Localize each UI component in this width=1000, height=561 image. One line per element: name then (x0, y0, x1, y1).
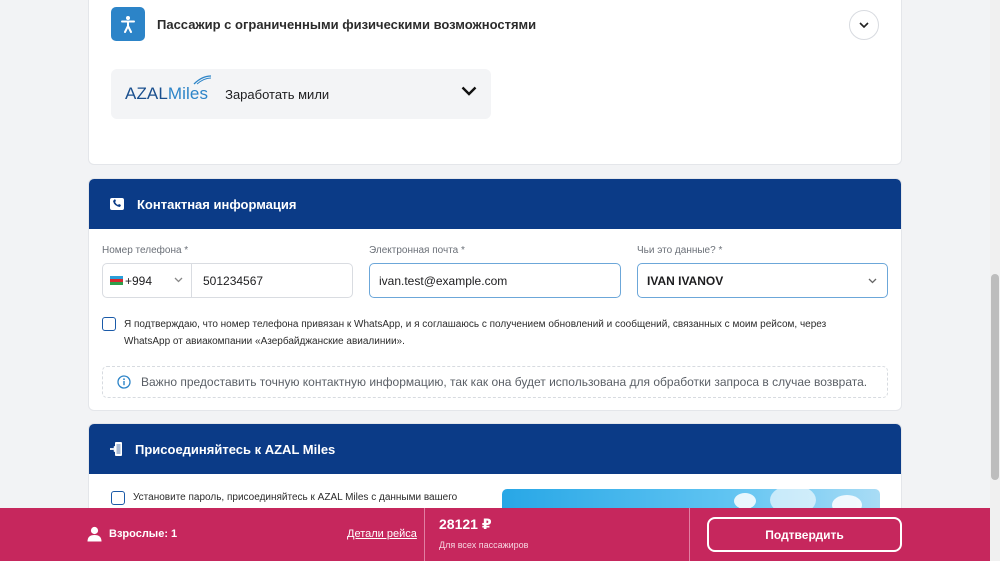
adults-label: Взрослые: 1 (109, 528, 178, 540)
reduced-mobility-label: Пассажир с ограниченными физическими воз… (157, 16, 537, 32)
azal-miles-header: Присоединяйтесь к AZAL Miles (89, 424, 901, 474)
azal-join-row: Установите пароль, присоединяйтесь к AZA… (111, 490, 463, 506)
scrollbar-thumb[interactable] (991, 274, 999, 480)
chevron-down-icon (461, 86, 477, 96)
phone-field: +994 501234567 (102, 263, 353, 298)
login-door-icon (110, 442, 122, 456)
accessibility-icon (111, 7, 145, 41)
contact-notice-text: Важно предоставить точную контактную инф… (141, 375, 868, 389)
total-price: 28121 ₽ (439, 516, 492, 532)
phone-input[interactable]: 501234567 (192, 274, 263, 288)
adults-count: Взрослые: 1 (87, 526, 177, 542)
info-icon (117, 375, 131, 389)
bar-divider (689, 508, 690, 561)
page-scrollbar[interactable] (990, 0, 1000, 561)
chevron-down-icon (859, 22, 869, 28)
phone-contact-icon (110, 198, 124, 210)
azal-join-text: Установите пароль, присоединяйтесь к AZA… (133, 492, 458, 503)
chevron-down-icon (868, 278, 877, 284)
email-label: Электронная почта * (369, 245, 465, 256)
azerbaijan-flag-icon (110, 276, 123, 285)
phone-label: Номер телефона * (102, 245, 189, 256)
person-icon (87, 526, 102, 542)
email-value: ivan.test@example.com (379, 273, 508, 288)
whatsapp-consent-text: Я подтверждаю, что номер телефона привяз… (124, 319, 827, 347)
owner-value: IVAN IVANOV (647, 273, 724, 288)
azal-miles-logo: AZALMiles (125, 75, 212, 104)
booking-summary-bar: Взрослые: 1 Детали рейса 28121 ₽ Для все… (0, 508, 1000, 561)
expand-button[interactable] (849, 10, 879, 40)
country-code-select[interactable]: +994 (103, 264, 192, 297)
contact-info-card: Контактная информация Номер телефона * +… (88, 178, 902, 411)
whatsapp-consent-row: Я подтверждаю, что номер телефона привяз… (102, 316, 864, 350)
owner-select[interactable]: IVAN IVANOV (637, 263, 888, 298)
flight-details-link[interactable]: Детали рейса (347, 528, 417, 540)
confirm-button[interactable]: Подтвердить (707, 517, 902, 552)
passenger-options-card: Пассажир с ограниченными физическими воз… (88, 0, 902, 165)
contact-notice: Важно предоставить точную контактную инф… (102, 366, 888, 398)
country-code-value: +994 (125, 273, 153, 288)
azal-miles-title: Присоединяйтесь к AZAL Miles (135, 441, 336, 457)
reduced-mobility-row[interactable]: Пассажир с ограниченными физическими воз… (111, 7, 536, 41)
contact-info-header: Контактная информация (89, 179, 901, 229)
bar-divider (424, 508, 425, 561)
earn-miles-label: Заработать мили (225, 86, 330, 102)
chevron-down-icon (174, 277, 183, 283)
earn-miles-dropdown[interactable]: AZALMiles Заработать мили (111, 69, 491, 119)
whatsapp-consent-checkbox[interactable] (102, 317, 116, 331)
contact-info-title: Контактная информация (137, 196, 297, 212)
price-note: Для всех пассажиров (439, 540, 529, 550)
email-input[interactable]: ivan.test@example.com (369, 263, 621, 298)
azal-join-checkbox[interactable] (111, 491, 125, 505)
owner-label: Чьи это данные? * (637, 245, 723, 256)
